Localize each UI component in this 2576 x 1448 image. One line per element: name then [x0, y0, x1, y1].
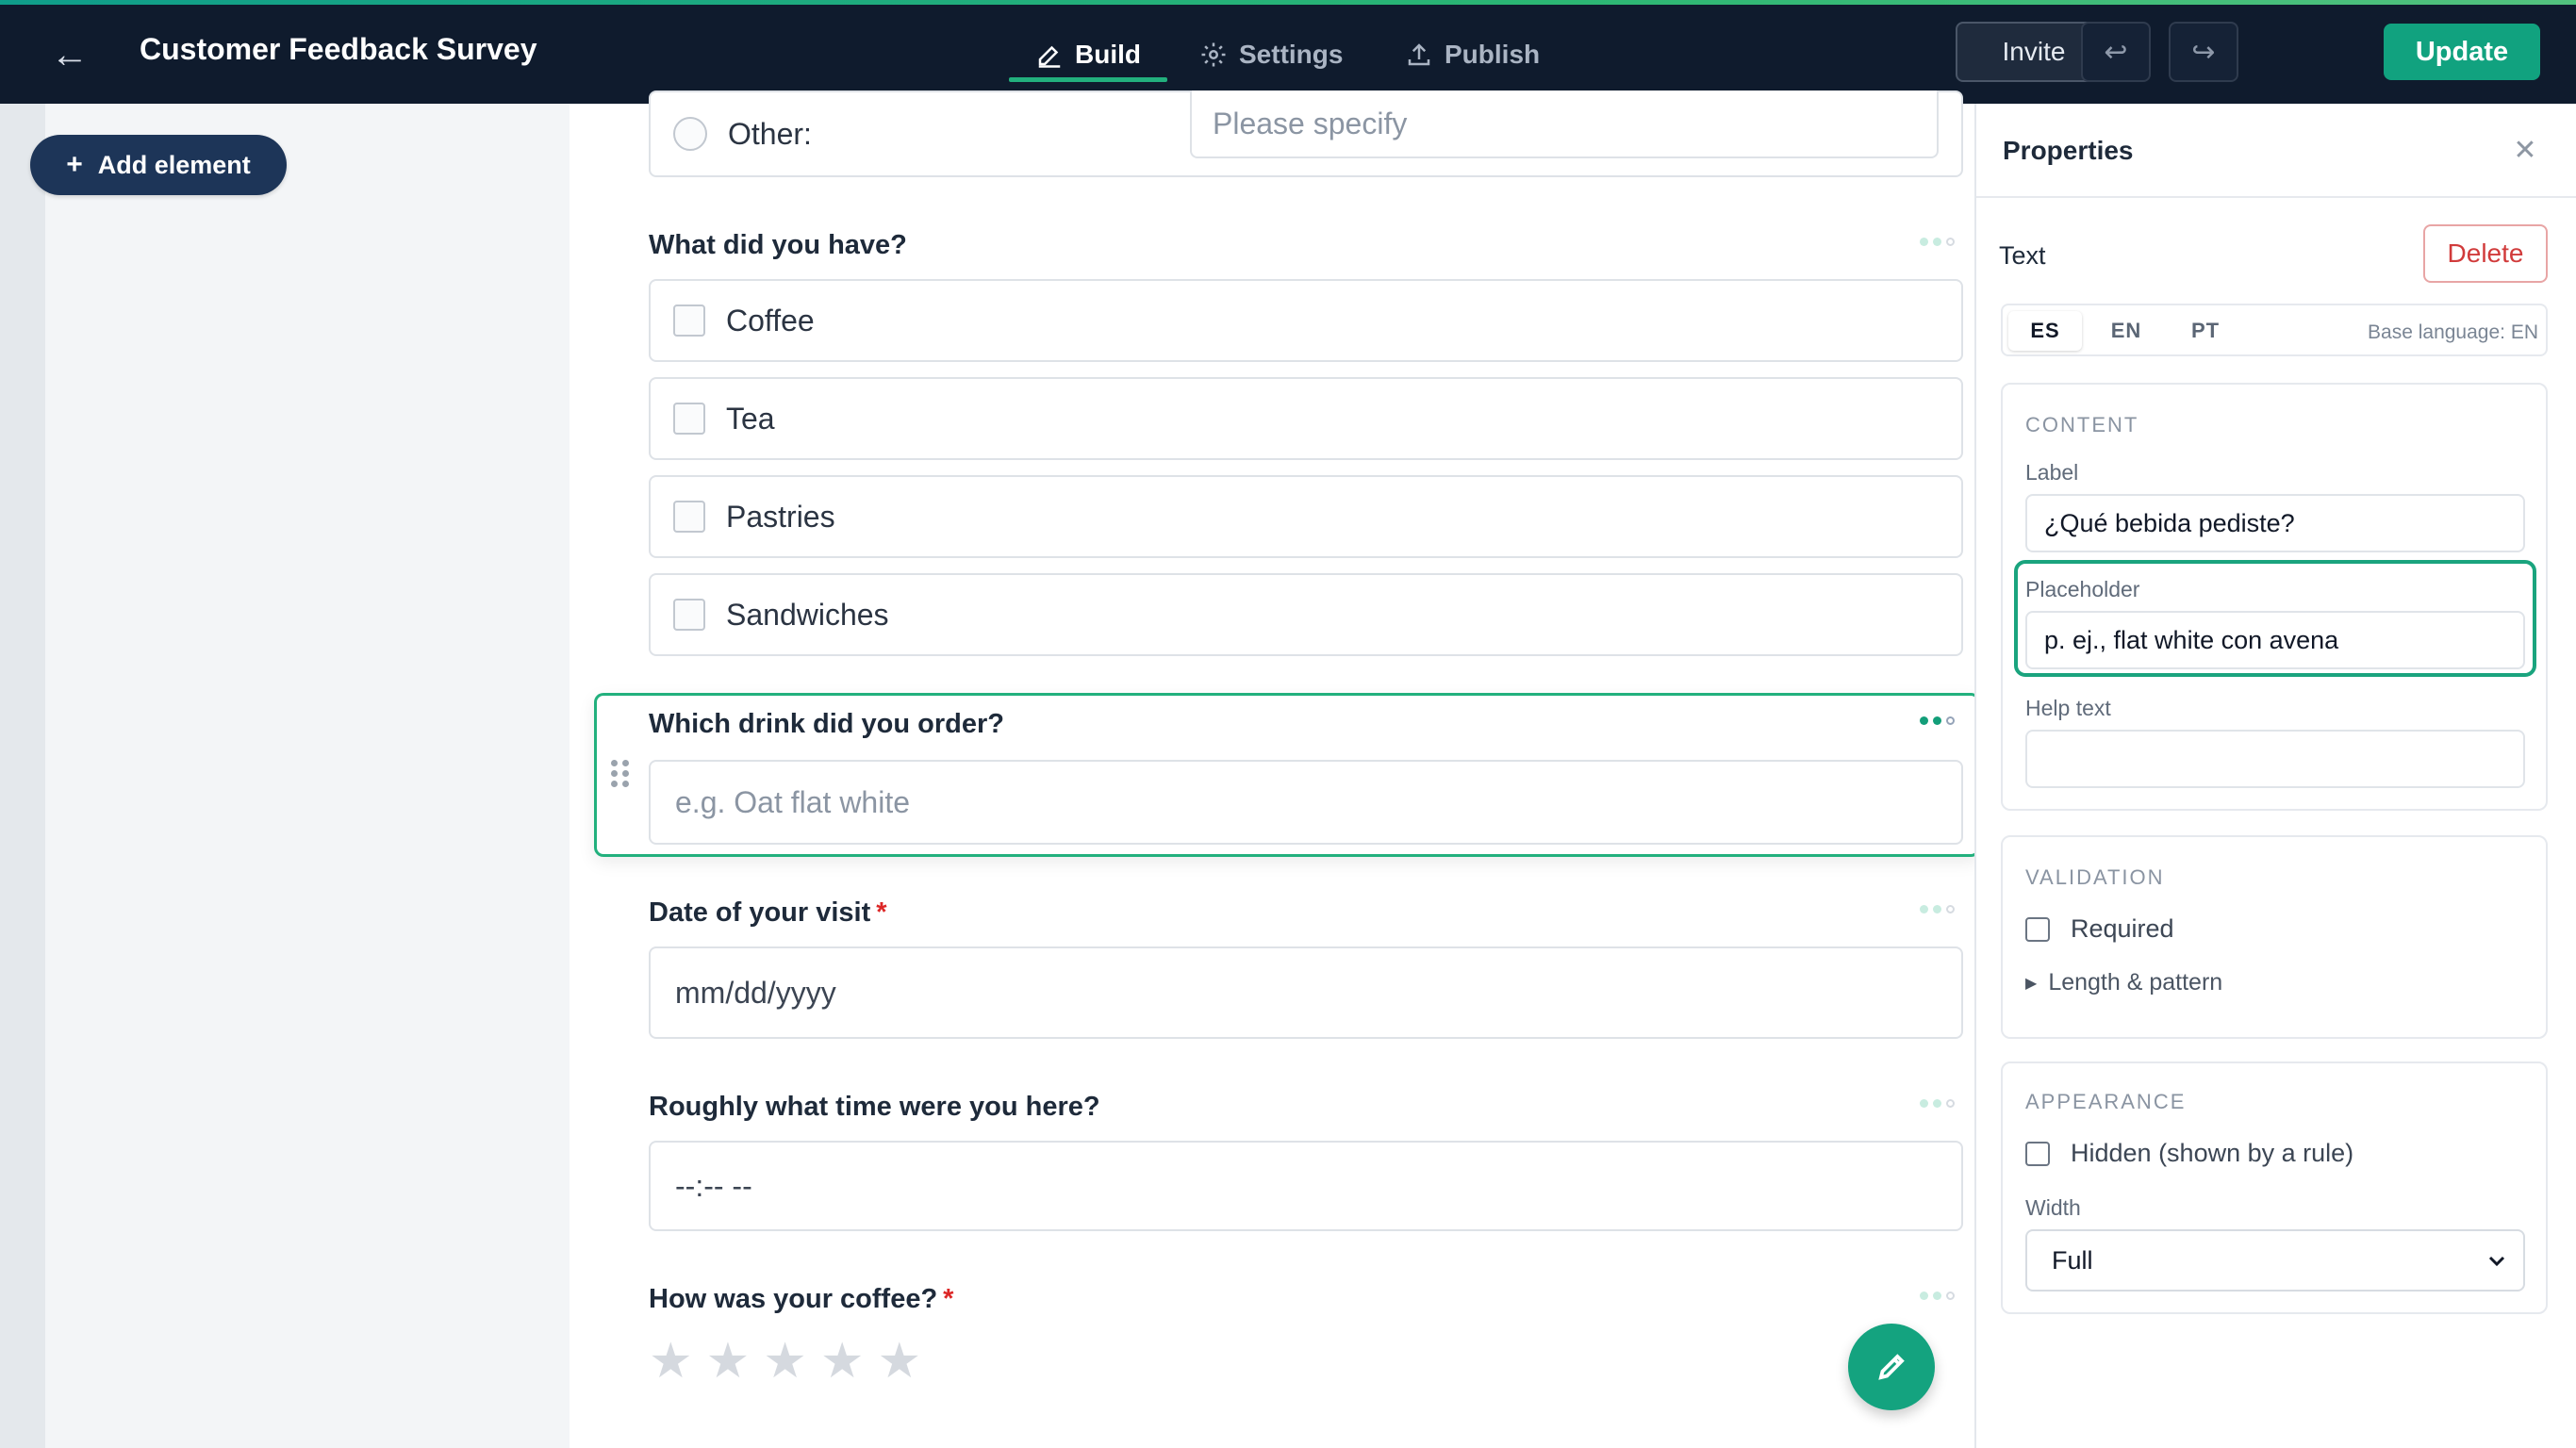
update-button[interactable]: Update	[2384, 24, 2540, 80]
undo-button[interactable]: ↩	[2081, 22, 2151, 82]
label-input[interactable]: ¿Qué bebida pediste?	[2025, 494, 2525, 552]
required-label: Required	[2071, 914, 2174, 943]
tab-settings-label: Settings	[1239, 40, 1344, 69]
required-asterisk: *	[876, 897, 887, 928]
star-icon[interactable]: ★	[820, 1333, 865, 1390]
appearance-heading: APPEARANCE	[2025, 1090, 2187, 1113]
tab-build[interactable]: Build	[1035, 28, 1141, 81]
properties-divider	[1976, 196, 2576, 198]
option-label: Coffee	[726, 303, 815, 337]
question-label-coffee: How was your coffee? *	[649, 1284, 953, 1315]
redo-button[interactable]: ↪	[2169, 22, 2238, 82]
active-tab-indicator	[1009, 77, 1167, 82]
other-radio[interactable]	[673, 117, 707, 151]
lang-tab-en[interactable]: EN	[2089, 311, 2163, 351]
pencil-icon	[1038, 45, 1061, 68]
question-label-date: Date of your visit *	[649, 897, 887, 929]
left-edge-strip	[0, 104, 45, 1448]
gear-icon	[1201, 42, 1226, 67]
edit-fab-button[interactable]	[1848, 1324, 1935, 1410]
placeholder-input[interactable]: p. ej., flat white con avena	[2025, 611, 2525, 669]
question-menu-coffee[interactable]	[1920, 1292, 1955, 1300]
star-icon[interactable]: ★	[878, 1333, 922, 1390]
hidden-label: Hidden (shown by a rule)	[2071, 1139, 2354, 1167]
option-label: Tea	[726, 401, 775, 436]
plus-icon: +	[66, 149, 83, 180]
drink-input[interactable]: e.g. Oat flat white	[649, 760, 1963, 845]
help-text-field-label: Help text	[2025, 696, 2111, 720]
validation-card: VALIDATION Required ▶ Length & pattern	[2001, 835, 2548, 1039]
add-element-button[interactable]: + Add element	[30, 135, 287, 195]
star-icon[interactable]: ★	[706, 1333, 751, 1390]
element-panel	[45, 104, 570, 1448]
add-element-label: Add element	[97, 150, 251, 179]
date-input[interactable]: mm/dd/yyyy	[649, 946, 1963, 1039]
checkbox-pastries[interactable]	[673, 501, 705, 533]
tab-settings[interactable]: Settings	[1199, 28, 1343, 81]
question-label-drink: Which drink did you order?	[649, 709, 1004, 739]
option-coffee[interactable]: Coffee	[649, 279, 1963, 362]
question-menu-have[interactable]	[1920, 238, 1955, 246]
width-select[interactable]: Full	[2025, 1229, 2525, 1292]
chevron-down-icon	[2488, 1256, 2505, 1267]
appearance-card: APPEARANCE Hidden (shown by a rule) Widt…	[2001, 1061, 2548, 1314]
redo-icon: ↪	[2191, 36, 2216, 68]
undo-icon: ↩	[2104, 36, 2128, 68]
option-pastries[interactable]: Pastries	[649, 475, 1963, 558]
back-arrow-icon[interactable]: ←	[41, 28, 98, 81]
hidden-option[interactable]: Hidden (shown by a rule)	[2025, 1139, 2353, 1168]
question-menu-time[interactable]	[1920, 1099, 1955, 1108]
triangle-right-icon: ▶	[2025, 975, 2038, 992]
required-checkbox[interactable]	[2025, 916, 2050, 942]
checkbox-tea[interactable]	[673, 403, 705, 435]
checkbox-sandwiches[interactable]	[673, 599, 705, 631]
top-accent-bar	[0, 0, 2576, 5]
question-menu-drink[interactable]	[1920, 716, 1955, 725]
option-tea[interactable]: Tea	[649, 377, 1963, 460]
coffee-rating[interactable]: ★ ★ ★ ★ ★	[649, 1333, 921, 1390]
time-input[interactable]: --:-- --	[649, 1141, 1963, 1231]
required-option[interactable]: Required	[2025, 914, 2174, 944]
content-card: CONTENT Label ¿Qué bebida pediste? Place…	[2001, 383, 2548, 811]
coffee-label-text: How was your coffee?	[649, 1284, 938, 1314]
pencil-icon	[1878, 1354, 1905, 1380]
upload-icon	[1408, 43, 1430, 66]
tab-publish-label: Publish	[1445, 40, 1541, 69]
star-icon[interactable]: ★	[649, 1333, 693, 1390]
validation-heading: VALIDATION	[2025, 865, 2165, 889]
width-select-value: Full	[2052, 1245, 2093, 1275]
language-switcher: ES EN PT Base language: EN	[2001, 304, 2548, 356]
placeholder-field-label: Placeholder	[2025, 577, 2140, 601]
content-heading: CONTENT	[2025, 413, 2139, 436]
survey-title: Customer Feedback Survey	[140, 32, 537, 66]
element-type-label: Text	[1999, 241, 2046, 270]
tab-build-label: Build	[1075, 40, 1141, 69]
base-language-note: Base language: EN	[2368, 321, 2538, 343]
other-label: Other:	[728, 116, 812, 151]
other-specify-input[interactable]: Please specify	[1190, 90, 1939, 158]
option-sandwiches[interactable]: Sandwiches	[649, 573, 1963, 656]
label-field-label: Label	[2025, 460, 2079, 485]
close-icon[interactable]: ✕	[2506, 132, 2544, 170]
question-label-have: What did you have?	[649, 230, 907, 260]
lang-tab-es[interactable]: ES	[2008, 311, 2082, 351]
option-label: Sandwiches	[726, 597, 889, 632]
drag-handle-icon[interactable]	[611, 760, 630, 787]
lang-tab-pt[interactable]: PT	[2169, 311, 2242, 351]
question-menu-date[interactable]	[1920, 905, 1955, 913]
star-icon[interactable]: ★	[763, 1333, 807, 1390]
delete-button[interactable]: Delete	[2423, 224, 2548, 283]
help-text-input[interactable]	[2025, 730, 2525, 788]
properties-title: Properties	[2003, 136, 2134, 165]
date-label-text: Date of your visit	[649, 897, 871, 928]
length-pattern-toggle[interactable]: ▶ Length & pattern	[2025, 969, 2222, 996]
width-field-label: Width	[2025, 1195, 2081, 1220]
checkbox-coffee[interactable]	[673, 304, 705, 337]
length-pattern-label: Length & pattern	[2048, 969, 2223, 996]
option-label: Pastries	[726, 499, 835, 534]
question-label-time: Roughly what time were you here?	[649, 1092, 1100, 1122]
required-asterisk: *	[943, 1284, 954, 1314]
hidden-checkbox[interactable]	[2025, 1141, 2050, 1166]
tab-publish[interactable]: Publish	[1405, 28, 1540, 81]
